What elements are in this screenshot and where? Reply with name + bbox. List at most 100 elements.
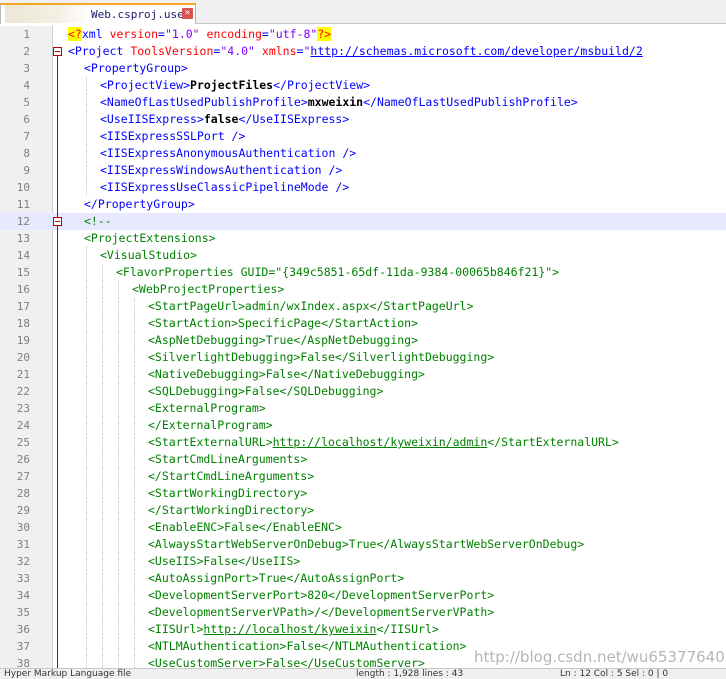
code-line[interactable]: 32 <UseIIS>False</UseIIS> bbox=[0, 553, 726, 570]
indent-guide bbox=[102, 366, 103, 383]
code-token: <SilverlightDebugging>False</Silverlight… bbox=[148, 350, 495, 364]
code-line[interactable]: 30 <EnableENC>False</EnableENC> bbox=[0, 519, 726, 536]
code-token: <SQLDebugging>False</SQLDebugging> bbox=[148, 384, 384, 398]
code-line[interactable]: 19 <AspNetDebugging>True</AspNetDebugging… bbox=[0, 332, 726, 349]
indent-guide bbox=[134, 536, 135, 553]
code-text: <StartWorkingDirectory> bbox=[148, 485, 307, 502]
code-line[interactable]: 17 <StartPageUrl>admin/wxIndex.aspx</Star… bbox=[0, 298, 726, 315]
indent-guide bbox=[102, 655, 103, 668]
indent-guide bbox=[102, 587, 103, 604]
code-text: <NativeDebugging>False</NativeDebugging> bbox=[148, 366, 425, 383]
file-tab[interactable]: Web.csproj.user ✕ bbox=[0, 3, 196, 24]
indent-guide bbox=[86, 366, 87, 383]
indent-guide bbox=[134, 638, 135, 655]
code-line[interactable]: 27 </StartCmdLineArguments> bbox=[0, 468, 726, 485]
code-line[interactable]: 34 <DevelopmentServerPort>820</Developmen… bbox=[0, 587, 726, 604]
indent-guide bbox=[102, 638, 103, 655]
code-line[interactable]: 22 <SQLDebugging>False</SQLDebugging> bbox=[0, 383, 726, 400]
tab-title: Web.csproj.user bbox=[91, 8, 191, 21]
code-line[interactable]: 8 <IISExpressAnonymousAuthentication /> bbox=[0, 145, 726, 162]
indent-guide bbox=[134, 349, 135, 366]
code-line[interactable]: 31 <AlwaysStartWebServerOnDebug>True</Alw… bbox=[0, 536, 726, 553]
code-line[interactable]: 9 <IISExpressWindowsAuthentication /> bbox=[0, 162, 726, 179]
code-line[interactable]: 20 <SilverlightDebugging>False</Silverlig… bbox=[0, 349, 726, 366]
code-line[interactable]: 15 <FlavorProperties GUID="{349c5851-65df… bbox=[0, 264, 726, 281]
line-number: 38 bbox=[16, 657, 30, 668]
close-icon[interactable]: ✕ bbox=[182, 8, 193, 19]
code-line[interactable]: 11 </PropertyGroup> bbox=[0, 196, 726, 213]
fold-collapse-icon[interactable] bbox=[53, 47, 62, 56]
code-line[interactable]: 24 </ExternalProgram> bbox=[0, 417, 726, 434]
code-text: <AlwaysStartWebServerOnDebug>True</Alway… bbox=[148, 536, 584, 553]
indent-guide bbox=[86, 417, 87, 434]
indent-guide bbox=[86, 77, 87, 94]
code-token: <AspNetDebugging>True</AspNetDebugging> bbox=[148, 333, 419, 347]
code-text: <UseIISExpress>false</UseIISExpress> bbox=[100, 111, 349, 128]
code-text: <SilverlightDebugging>False</Silverlight… bbox=[148, 349, 494, 366]
line-number: 10 bbox=[16, 181, 30, 194]
code-line[interactable]: 10 <IISExpressUseClassicPipelineMode /> bbox=[0, 179, 726, 196]
indent-guide bbox=[118, 621, 119, 638]
code-line[interactable]: 18 <StartAction>SpecificPage</StartAction… bbox=[0, 315, 726, 332]
indent-guide bbox=[86, 468, 87, 485]
code-line[interactable]: 13 <ProjectExtensions> bbox=[0, 230, 726, 247]
code-token: xmlns bbox=[261, 44, 297, 58]
code-line[interactable]: 2 <Project ToolsVersion="4.0" xmlns="http… bbox=[0, 43, 726, 60]
indent-guide bbox=[134, 451, 135, 468]
code-line[interactable]: 1 <?xml version="1.0" encoding="utf-8"?> bbox=[0, 26, 726, 43]
code-line[interactable]: 3 <PropertyGroup> bbox=[0, 60, 726, 77]
code-line[interactable]: 25 <StartExternalURL>http://localhost/kyw… bbox=[0, 434, 726, 451]
code-line[interactable]: 21 <NativeDebugging>False</NativeDebuggin… bbox=[0, 366, 726, 383]
code-line[interactable]: 16 <WebProjectProperties> bbox=[0, 281, 726, 298]
code-token: <VisualStudio> bbox=[100, 248, 197, 262]
code-line[interactable]: 4 <ProjectView>ProjectFiles</ProjectView> bbox=[0, 77, 726, 94]
code-text: <?xml version="1.0" encoding="utf-8"?> bbox=[68, 26, 332, 43]
indent-guide bbox=[118, 417, 119, 434]
indent-guide bbox=[86, 434, 87, 451]
line-number: 1 bbox=[23, 28, 30, 41]
code-line[interactable]: 26 <StartCmdLineArguments> bbox=[0, 451, 726, 468]
code-link[interactable]: http://schemas.microsoft.com/developer/m… bbox=[310, 44, 642, 58]
code-line[interactable]: 35 <DevelopmentServerVPath>/</Development… bbox=[0, 604, 726, 621]
indent-guide bbox=[118, 553, 119, 570]
code-token: xml bbox=[81, 27, 110, 41]
code-token: <UseIIS>False</UseIIS> bbox=[148, 554, 301, 568]
fold-collapse-icon[interactable] bbox=[53, 217, 62, 226]
code-line[interactable]: 6 <UseIISExpress>false</UseIISExpress> bbox=[0, 111, 726, 128]
indent-guide bbox=[102, 434, 103, 451]
line-number: 23 bbox=[16, 402, 30, 415]
line-number: 22 bbox=[16, 385, 30, 398]
code-token: <IISExpressSSLPort /> bbox=[100, 129, 246, 143]
indent-guide bbox=[86, 298, 87, 315]
code-line[interactable]: 5 <NameOfLastUsedPublishProfile>mxweixin<… bbox=[0, 94, 726, 111]
code-line[interactable]: 7 <IISExpressSSLPort /> bbox=[0, 128, 726, 145]
indent-guide bbox=[102, 315, 103, 332]
line-number: 33 bbox=[16, 572, 30, 585]
line-number: 32 bbox=[16, 555, 30, 568]
indent-guide bbox=[86, 570, 87, 587]
indent-guide bbox=[118, 655, 119, 668]
code-line[interactable]: 28 <StartWorkingDirectory> bbox=[0, 485, 726, 502]
status-file-type: Hyper Markup Language file bbox=[4, 669, 132, 679]
code-text: <IISExpressSSLPort /> bbox=[100, 128, 245, 145]
status-cursor: Ln : 12 Col : 5 Sel : 0 | 0 bbox=[560, 669, 669, 679]
code-line[interactable]: 33 <AutoAssignPort>True</AutoAssignPort> bbox=[0, 570, 726, 587]
code-line[interactable]: 29 </StartWorkingDirectory> bbox=[0, 502, 726, 519]
code-token: <ProjectExtensions> bbox=[84, 231, 216, 245]
line-number: 9 bbox=[23, 164, 30, 177]
code-line[interactable]: 14 <VisualStudio> bbox=[0, 247, 726, 264]
code-editor[interactable]: 1 <?xml version="1.0" encoding="utf-8"?> 2… bbox=[0, 26, 726, 668]
code-link[interactable]: http://localhost/kyweixin/admin bbox=[273, 435, 488, 449]
indent-guide bbox=[86, 128, 87, 145]
line-number: 5 bbox=[23, 96, 30, 109]
indent-guide bbox=[86, 162, 87, 179]
code-line[interactable]: 12 <!-- bbox=[0, 213, 726, 230]
code-text: <IISExpressUseClassicPipelineMode /> bbox=[100, 179, 349, 196]
line-number: 36 bbox=[16, 623, 30, 636]
indent-guide bbox=[134, 383, 135, 400]
code-line[interactable]: 36 <IISUrl>http://localhost/kyweixin</IIS… bbox=[0, 621, 726, 638]
code-link[interactable]: http://localhost/kyweixin bbox=[203, 622, 376, 636]
code-text: </StartWorkingDirectory> bbox=[148, 502, 314, 519]
code-token: <AlwaysStartWebServerOnDebug>True</Alway… bbox=[148, 537, 585, 551]
code-line[interactable]: 23 <ExternalProgram> bbox=[0, 400, 726, 417]
